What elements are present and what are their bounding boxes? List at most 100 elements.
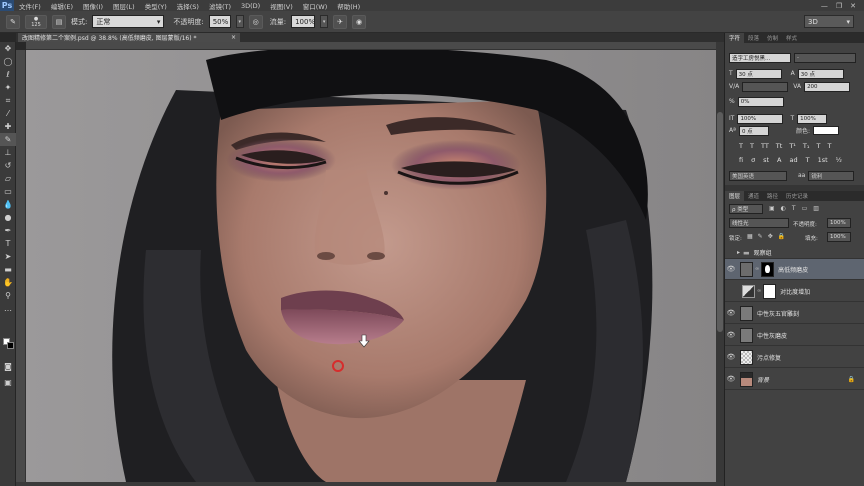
blur-tool-icon[interactable]: 💧 [0, 198, 16, 211]
lock-transparent-icon[interactable]: ▦ [747, 233, 753, 240]
link-icon[interactable]: ∞ [755, 266, 759, 272]
tab-clone[interactable]: 仿制 [763, 33, 782, 43]
ligature-button[interactable]: fi [739, 156, 743, 164]
menu-filter[interactable]: 滤镜(T) [204, 1, 236, 11]
move-tool-icon[interactable]: ✥ [0, 42, 16, 55]
eraser-tool-icon[interactable]: ▱ [0, 172, 16, 185]
tab-paragraph[interactable]: 段落 [744, 33, 763, 43]
tsume-input[interactable]: 0% [737, 96, 784, 107]
lock-pixels-icon[interactable]: ✎ [758, 233, 763, 240]
path-select-tool-icon[interactable]: ➤ [0, 250, 16, 263]
alt-glyph-button[interactable]: ơ [751, 156, 755, 164]
minimize-icon[interactable]: — [821, 2, 828, 10]
pen-tool-icon[interactable]: ✒ [0, 224, 16, 237]
zoom-tool-icon[interactable]: ⚲ [0, 289, 16, 302]
gradient-tool-icon[interactable]: ▭ [0, 185, 16, 198]
superscript-button[interactable]: T¹ [789, 142, 796, 150]
hand-tool-icon[interactable]: ✋ [0, 276, 16, 289]
antialias-select[interactable]: 锐利 [808, 170, 855, 181]
shape-filter-icon[interactable]: ▭ [802, 205, 808, 212]
subscript-button[interactable]: T₁ [803, 142, 810, 150]
layer-group-row[interactable]: ▸ ▬ 观察组 [725, 247, 864, 259]
faux-italic-button[interactable]: T [750, 142, 754, 150]
history-brush-tool-icon[interactable]: ↺ [0, 159, 16, 172]
tab-history[interactable]: 历史记录 [782, 191, 812, 201]
more-tools-icon[interactable]: … [0, 302, 16, 315]
restore-icon[interactable]: ❐ [836, 2, 842, 10]
tab-layers[interactable]: 图层 [725, 191, 745, 201]
quick-select-tool-icon[interactable]: ✦ [0, 81, 16, 94]
small-caps-button[interactable]: Tt [776, 142, 783, 150]
menu-file[interactable]: 文件(F) [14, 1, 46, 11]
kerning-input[interactable] [742, 81, 789, 92]
vertical-scale-input[interactable]: 100% [737, 113, 784, 124]
layer-mask-thumbnail[interactable] [761, 261, 775, 277]
smart-object-filter-icon[interactable]: ▥ [813, 205, 819, 212]
type-filter-icon[interactable]: T [792, 205, 796, 212]
underline-button[interactable]: T [816, 142, 820, 150]
swash-button[interactable]: A [777, 156, 781, 164]
strikethrough-button[interactable]: T [827, 142, 831, 150]
font-family-select[interactable]: 造字工房悦黑... [729, 52, 791, 63]
clone-stamp-tool-icon[interactable]: ⊥ [0, 146, 16, 159]
scrollbar-thumb[interactable] [717, 112, 723, 332]
menu-view[interactable]: 视图(V) [265, 1, 298, 11]
eye-icon[interactable]: 👁 [725, 353, 737, 361]
pressure-size-icon[interactable]: ◉ [352, 14, 367, 29]
close-icon[interactable]: × [231, 34, 236, 41]
brush-panel-icon[interactable]: ▤ [52, 14, 66, 29]
adjustment-filter-icon[interactable]: ◐ [781, 205, 786, 212]
blend-mode-select[interactable]: 线性光 [729, 218, 789, 228]
link-icon[interactable]: ∞ [757, 288, 761, 294]
discretionary-ligature-button[interactable]: st [763, 156, 769, 164]
tab-channels[interactable]: 通道 [744, 191, 763, 201]
brush-preset-icon[interactable]: ● 125 [25, 14, 47, 29]
tab-character[interactable]: 字符 [725, 33, 745, 43]
quick-mask-icon[interactable]: ◙ [0, 360, 16, 373]
crop-tool-icon[interactable]: ⌗ [0, 94, 16, 107]
marquee-tool-icon[interactable]: ◯ [0, 55, 16, 68]
vertical-scrollbar[interactable] [716, 42, 724, 486]
eye-icon[interactable]: 👁 [725, 375, 737, 383]
workspace-select[interactable]: 3D ▾ [804, 15, 854, 28]
menu-select[interactable]: 选择(S) [172, 1, 204, 11]
screen-mode-icon[interactable]: ▣ [0, 376, 16, 389]
titling-button[interactable]: T [806, 156, 810, 164]
all-caps-button[interactable]: TT [761, 142, 769, 150]
document-canvas[interactable] [26, 50, 716, 482]
font-size-input[interactable]: 30 点 [735, 68, 782, 79]
healing-brush-tool-icon[interactable]: ✚ [0, 120, 16, 133]
eyedropper-tool-icon[interactable]: ⁄ [0, 107, 16, 120]
chevron-right-icon[interactable]: ▸ [737, 249, 740, 256]
menu-window[interactable]: 窗口(W) [298, 1, 333, 11]
type-tool-icon[interactable]: T [0, 237, 16, 250]
eye-icon[interactable]: 👁 [725, 331, 737, 339]
menu-edit[interactable]: 编辑(E) [46, 1, 78, 11]
flow-dropdown[interactable]: ▾ [320, 15, 329, 28]
eye-icon[interactable]: 👁 [725, 309, 737, 317]
brush-tool-icon[interactable]: ✎ [0, 133, 16, 146]
lock-all-icon[interactable]: 🔒 [778, 233, 785, 240]
airbrush-icon[interactable]: ✈ [333, 14, 348, 29]
menu-image[interactable]: 图像(I) [78, 1, 108, 11]
layer-row[interactable]: 👁 污点修复 [725, 347, 864, 368]
language-select[interactable]: 美国英语 [729, 170, 787, 181]
pixel-filter-icon[interactable]: ▣ [769, 205, 775, 212]
stylistic-alt-button[interactable]: ad [789, 156, 797, 164]
text-color-swatch[interactable] [812, 126, 839, 135]
fill-input[interactable]: 100% [827, 232, 851, 242]
dodge-tool-icon[interactable]: ● [0, 211, 16, 224]
lock-position-icon[interactable]: ✥ [768, 233, 773, 240]
menu-layer[interactable]: 图层(L) [108, 1, 140, 11]
opacity-dropdown[interactable]: ▾ [235, 15, 244, 28]
font-style-select[interactable]: - [794, 52, 856, 63]
fractions-button[interactable]: ½ [836, 156, 842, 164]
layer-opacity-input[interactable]: 100% [827, 218, 851, 228]
layer-row[interactable]: ∞ 对比度增加 [725, 281, 864, 302]
opacity-input[interactable]: 50% [208, 15, 231, 28]
tracking-input[interactable]: 200 [804, 81, 851, 92]
layer-row[interactable]: 👁 ∞ 高低频磨皮 [725, 259, 864, 280]
tab-styles[interactable]: 样式 [782, 33, 801, 43]
lasso-tool-icon[interactable]: ℓ [0, 68, 16, 81]
layer-row[interactable]: 👁 背景 🔒 [725, 369, 864, 390]
